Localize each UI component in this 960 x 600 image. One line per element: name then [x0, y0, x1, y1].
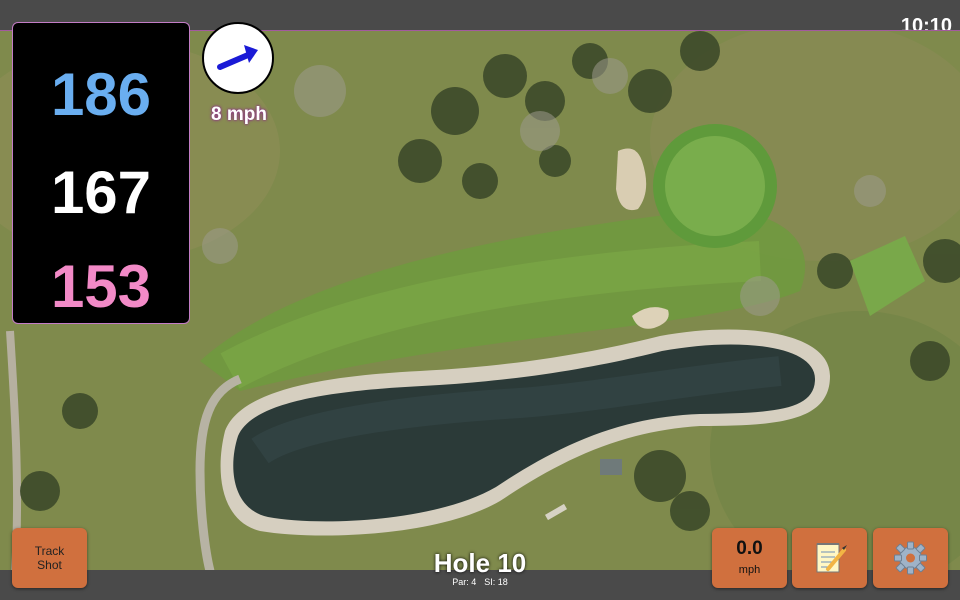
hole-par: Par: 4: [452, 577, 477, 587]
front-of-green-distance: 153: [50, 253, 152, 320]
speed-unit: mph: [738, 564, 761, 576]
speed-value: 0.0: [736, 538, 763, 559]
wind-speed-label: 8 mph: [211, 104, 267, 125]
gear-icon: [894, 541, 927, 575]
wind-arrow-icon: [217, 45, 258, 70]
hole-info: Par: 4 SI: 18: [400, 577, 560, 587]
track-shot-button[interactable]: Track Shot: [12, 528, 87, 588]
wind-direction-indicator: [202, 22, 274, 94]
track-shot-label: Track Shot: [34, 544, 65, 572]
middle-of-green-distance: 167: [50, 159, 152, 226]
distance-panel: 186 167 153: [12, 22, 190, 324]
scorecard-notes-button[interactable]: [792, 528, 867, 588]
settings-button[interactable]: [873, 528, 948, 588]
speed-button[interactable]: 0.0 mph: [712, 528, 787, 588]
back-of-green-distance: 186: [50, 61, 152, 128]
hole-stroke-index: SI: 18: [484, 577, 508, 587]
notepad-icon: [816, 543, 847, 573]
hole-title: Hole 10: [433, 548, 527, 578]
